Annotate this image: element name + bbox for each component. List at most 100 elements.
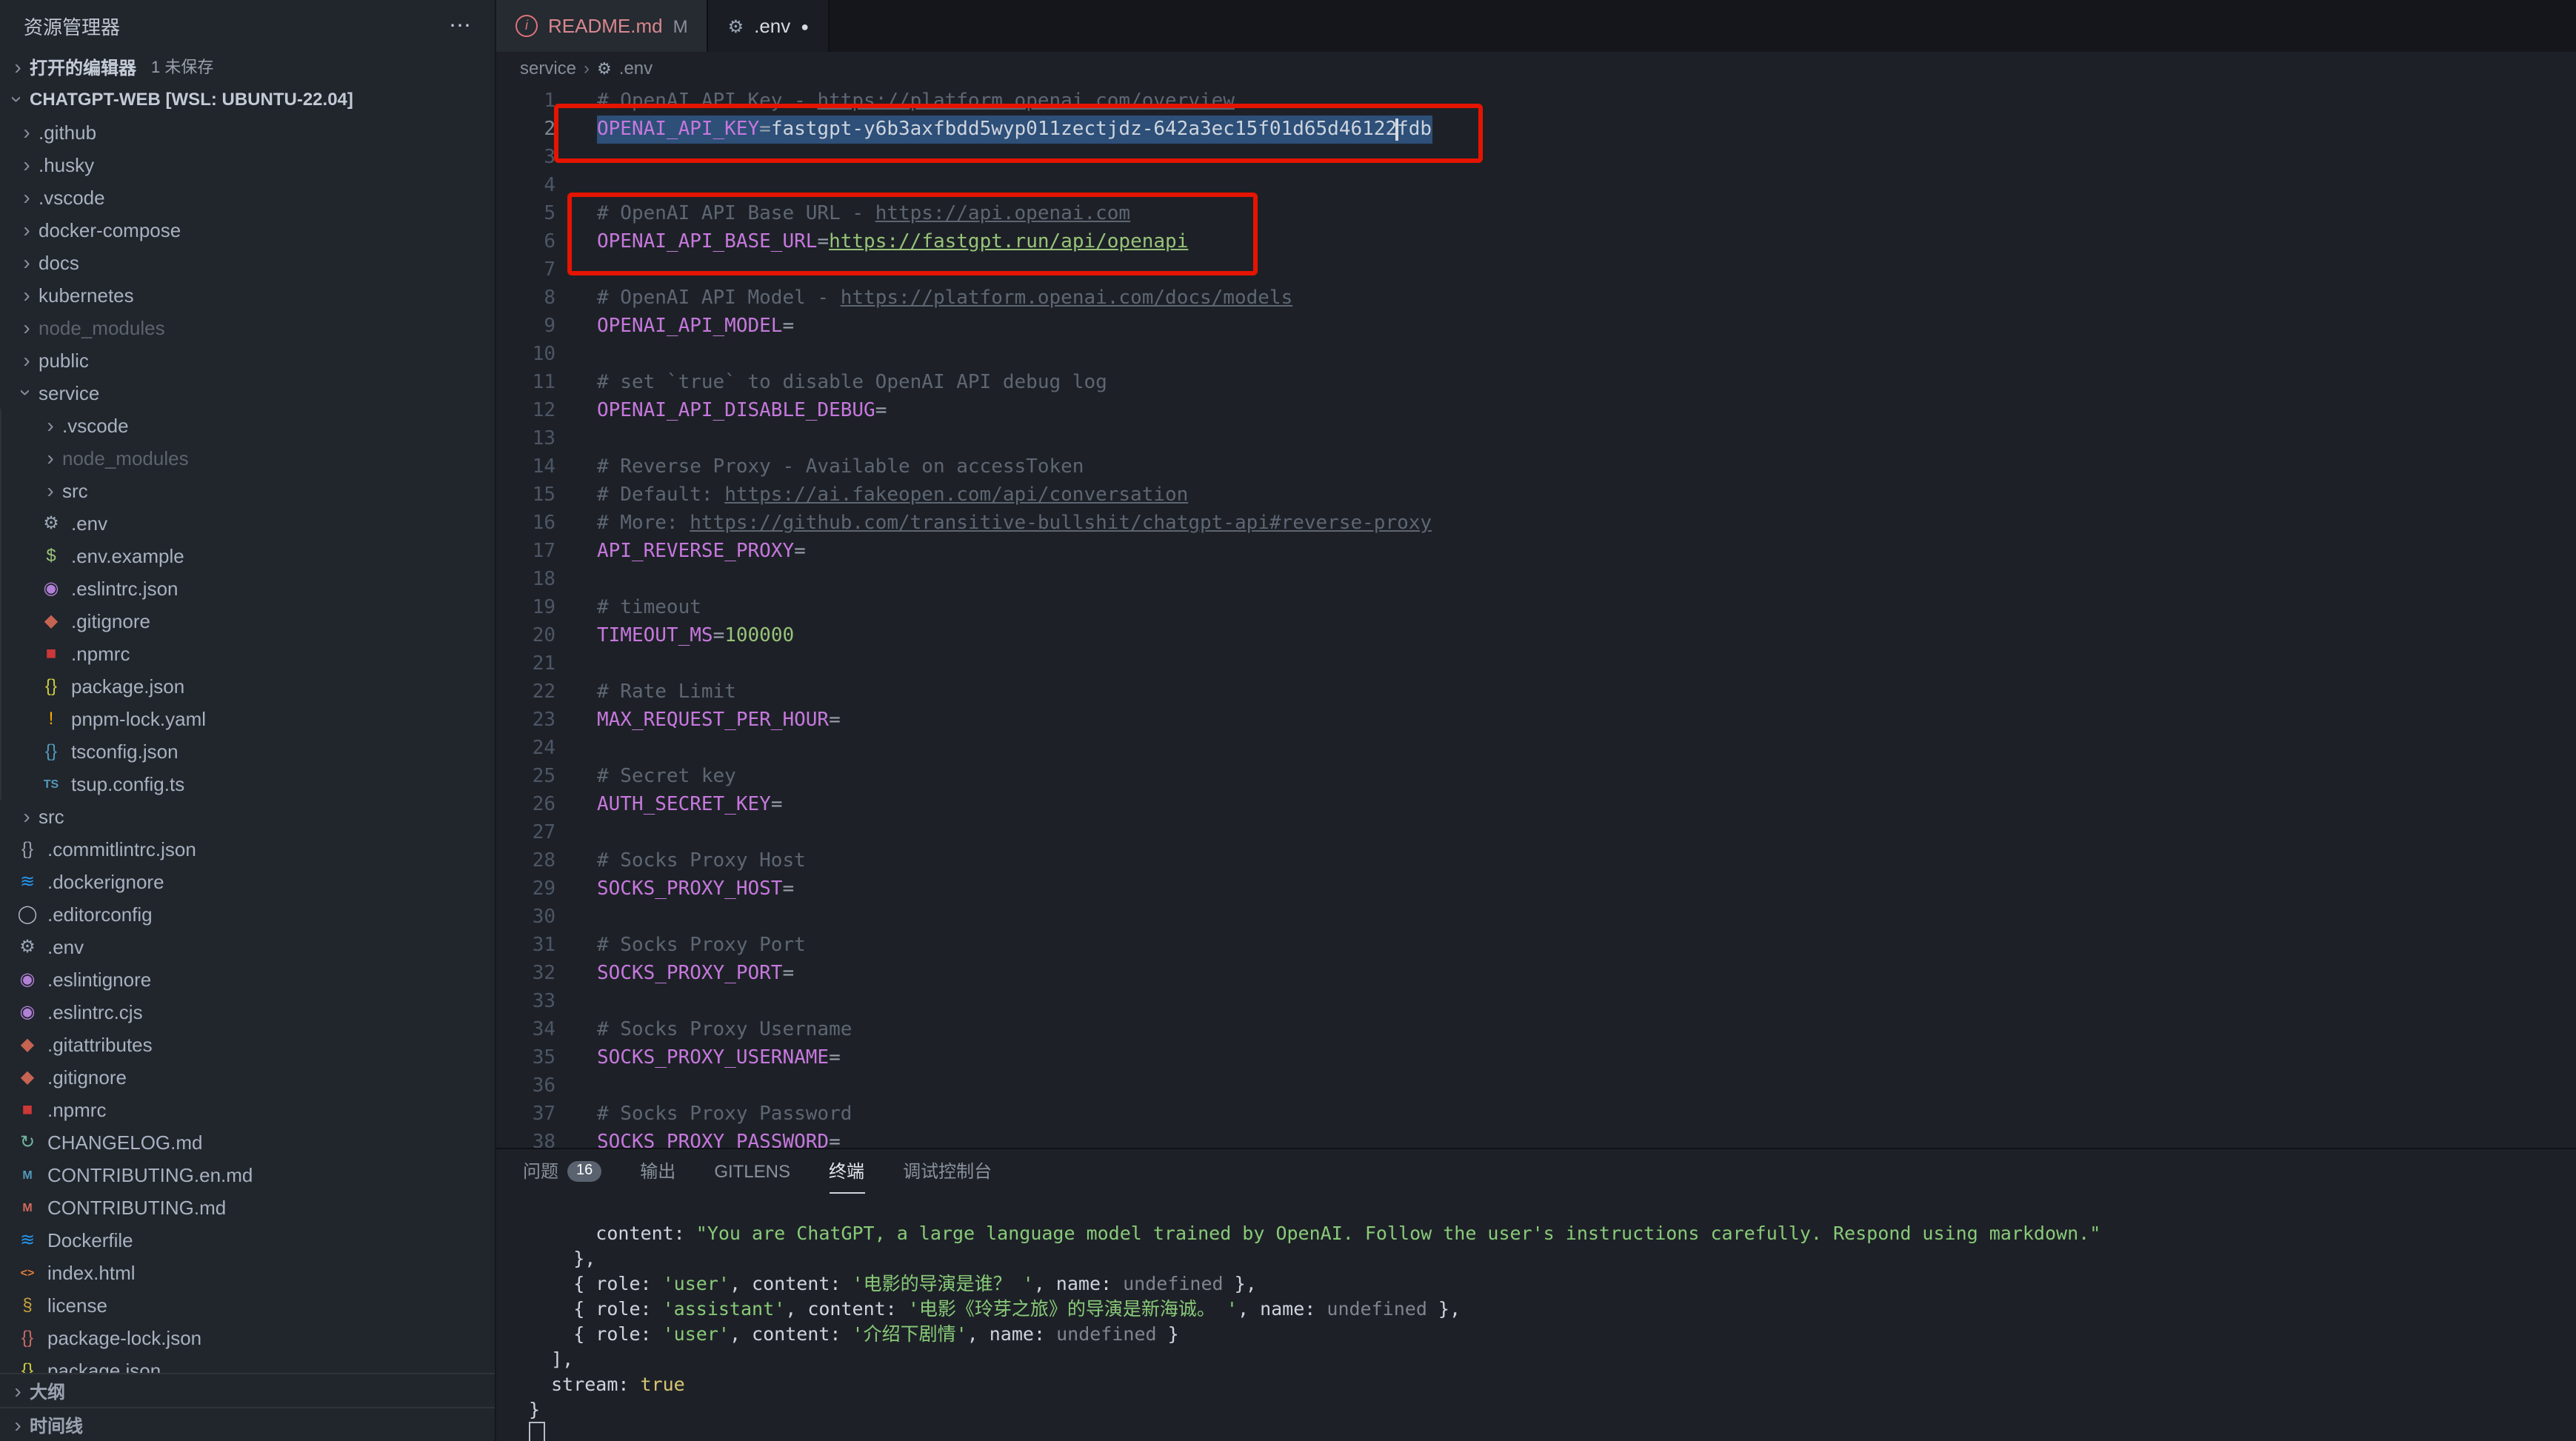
editor-line[interactable]: 38SOCKS_PROXY_PASSWORD= <box>496 1129 2576 1148</box>
tree-file-CONTRIBUTING.en.md[interactable]: MCONTRIBUTING.en.md <box>0 1158 495 1191</box>
editor-line[interactable]: 11# set `true` to disable OpenAI API deb… <box>496 369 2576 397</box>
tree-file-pnpm-lock.yaml[interactable]: !pnpm-lock.yaml <box>0 702 495 735</box>
tab-env[interactable]: ⚙ .env ● <box>709 0 830 52</box>
editor-line[interactable]: 17API_REVERSE_PROXY= <box>496 538 2576 566</box>
tree-folder-src[interactable]: ›src <box>0 474 495 506</box>
tree-file-package.json[interactable]: {}package.json <box>0 1354 495 1373</box>
editor-line[interactable]: 1# OpenAI API Key - https://platform.ope… <box>496 87 2576 116</box>
tree-file-package-lock.json[interactable]: {}package-lock.json <box>0 1321 495 1354</box>
timeline-section-header[interactable]: › 时间线 <box>0 1407 495 1441</box>
root-folder-section-header[interactable]: › CHATGPT-WEB [WSL: UBUNTU-22.04] <box>0 83 495 116</box>
editor-line[interactable]: 33 <box>496 988 2576 1016</box>
editor-line[interactable]: 16# More: https://github.com/transitive-… <box>496 509 2576 538</box>
breadcrumb-file[interactable]: .env <box>619 58 653 78</box>
tree-folder-node_modules[interactable]: ›node_modules <box>0 311 495 344</box>
problems-count-badge: 16 <box>567 1160 601 1181</box>
tree-file-.env.example[interactable]: $.env.example <box>0 539 495 572</box>
outline-section-header[interactable]: › 大纲 <box>0 1373 495 1407</box>
editor-line[interactable]: 2OPENAI_API_KEY=fastgpt-y6b3axfbdd5wyp01… <box>496 116 2576 144</box>
tree-folder-src[interactable]: ›src <box>0 800 495 832</box>
tree-file-CONTRIBUTING.md[interactable]: MCONTRIBUTING.md <box>0 1191 495 1223</box>
editor-line[interactable]: 4 <box>496 172 2576 200</box>
editor-line[interactable]: 7 <box>496 256 2576 284</box>
tree-file-.npmrc[interactable]: ■.npmrc <box>0 1093 495 1126</box>
tree-file-license[interactable]: §license <box>0 1288 495 1321</box>
panel-tab-label: 调试控制台 <box>903 1158 992 1183</box>
editor-line[interactable]: 15# Default: https://ai.fakeopen.com/api… <box>496 481 2576 509</box>
editor-line-text: # OpenAI API Key - https://platform.open… <box>597 87 1235 116</box>
editor-line[interactable]: 29SOCKS_PROXY_HOST= <box>496 875 2576 903</box>
tree-file-CHANGELOG.md[interactable]: ↻CHANGELOG.md <box>0 1126 495 1158</box>
editor-line[interactable]: 19# timeout <box>496 594 2576 622</box>
editor-line[interactable]: 3 <box>496 144 2576 172</box>
editor-line[interactable]: 5# OpenAI API Base URL - https://api.ope… <box>496 200 2576 228</box>
editor-line-text: # Secret key <box>597 763 736 791</box>
tree-file-Dockerfile[interactable]: ≋Dockerfile <box>0 1223 495 1256</box>
editor-line[interactable]: 6OPENAI_API_BASE_URL=https://fastgpt.run… <box>496 228 2576 256</box>
editor-line[interactable]: 37# Socks Proxy Password <box>496 1100 2576 1129</box>
tree-file-.eslintignore[interactable]: ◉.eslintignore <box>0 963 495 995</box>
editor-line[interactable]: 36 <box>496 1072 2576 1100</box>
tree-file-.commitlintrc.json[interactable]: {}.commitlintrc.json <box>0 832 495 865</box>
editor-line[interactable]: 32SOCKS_PROXY_PORT= <box>496 960 2576 988</box>
tree-file-.eslintrc.json[interactable]: ◉.eslintrc.json <box>0 572 495 604</box>
editor-line[interactable]: 35SOCKS_PROXY_USERNAME= <box>496 1044 2576 1072</box>
tree-file-.eslintrc.cjs[interactable]: ◉.eslintrc.cjs <box>0 995 495 1028</box>
tree-file-.env[interactable]: ⚙.env <box>0 930 495 963</box>
tree-file-.env[interactable]: ⚙.env <box>0 506 495 539</box>
editor-line[interactable]: 28# Socks Proxy Host <box>496 847 2576 875</box>
panel-tab-terminal[interactable]: 终端 <box>829 1149 864 1194</box>
tree-folder-.vscode[interactable]: ›.vscode <box>0 409 495 441</box>
editor-line[interactable]: 8# OpenAI API Model - https://platform.o… <box>496 284 2576 312</box>
tab-readme-md[interactable]: i README.md M <box>496 0 709 52</box>
open-editors-section-header[interactable]: › 打开的编辑器 1 未保存 <box>0 50 495 83</box>
editor-line[interactable]: 9OPENAI_API_MODEL= <box>496 312 2576 341</box>
tree-folder-.husky[interactable]: ›.husky <box>0 148 495 181</box>
tree-file-tsconfig.json[interactable]: {}tsconfig.json <box>0 735 495 767</box>
tree-folder-.github[interactable]: ›.github <box>0 116 495 148</box>
tree-file-index.html[interactable]: <>index.html <box>0 1256 495 1288</box>
terminal[interactable]: content: "You are ChatGPT, a large langu… <box>496 1194 2576 1441</box>
panel-tab-output[interactable]: 输出 <box>640 1149 675 1194</box>
editor-line[interactable]: 10 <box>496 341 2576 369</box>
more-actions-icon[interactable]: ⋯ <box>449 12 471 39</box>
tree-folder-node_modules[interactable]: ›node_modules <box>0 441 495 474</box>
panel-tab-problems[interactable]: 问题 16 <box>523 1149 601 1194</box>
editor-line[interactable]: 14# Reverse Proxy - Available on accessT… <box>496 453 2576 481</box>
tree-folder-docker-compose[interactable]: ›docker-compose <box>0 213 495 246</box>
chevron-right-icon: › <box>15 315 39 339</box>
tree-file-.gitignore[interactable]: ◆.gitignore <box>0 1060 495 1093</box>
tree-folder-public[interactable]: ›public <box>0 344 495 376</box>
tree-file-.dockerignore[interactable]: ≋.dockerignore <box>0 865 495 897</box>
editor-line[interactable]: 30 <box>496 903 2576 932</box>
breadcrumb-folder[interactable]: service <box>520 58 576 78</box>
tree-folder-service[interactable]: ›service <box>0 376 495 409</box>
panel-tab-gitlens[interactable]: GITLENS <box>714 1149 790 1194</box>
editor-line[interactable]: 26AUTH_SECRET_KEY= <box>496 791 2576 819</box>
editor-line[interactable]: 24 <box>496 735 2576 763</box>
tree-folder-.vscode[interactable]: ›.vscode <box>0 181 495 213</box>
tree-folder-docs[interactable]: ›docs <box>0 246 495 278</box>
editor-line[interactable]: 21 <box>496 650 2576 678</box>
editor-line[interactable]: 31# Socks Proxy Port <box>496 932 2576 960</box>
editor-line[interactable]: 27 <box>496 819 2576 847</box>
editor-line[interactable]: 22# Rate Limit <box>496 678 2576 706</box>
chevron-right-icon: › <box>39 446 62 469</box>
editor-line[interactable]: 23MAX_REQUEST_PER_HOUR= <box>496 706 2576 735</box>
editor-line[interactable]: 25# Secret key <box>496 763 2576 791</box>
tree-file-.gitignore[interactable]: ◆.gitignore <box>0 604 495 637</box>
tree-file-.gitattributes[interactable]: ◆.gitattributes <box>0 1028 495 1060</box>
editor-line[interactable]: 18 <box>496 566 2576 594</box>
braces-gray-icon: {} <box>15 838 40 859</box>
tree-file-.editorconfig[interactable]: ◯.editorconfig <box>0 897 495 930</box>
tree-file-package.json[interactable]: {}package.json <box>0 669 495 702</box>
tree-folder-kubernetes[interactable]: ›kubernetes <box>0 278 495 311</box>
code-editor[interactable]: 1# OpenAI API Key - https://platform.ope… <box>496 84 2576 1148</box>
editor-line[interactable]: 20TIMEOUT_MS=100000 <box>496 622 2576 650</box>
editor-line[interactable]: 12OPENAI_API_DISABLE_DEBUG= <box>496 397 2576 425</box>
editor-line[interactable]: 34# Socks Proxy Username <box>496 1016 2576 1044</box>
tree-file-.npmrc[interactable]: ■.npmrc <box>0 637 495 669</box>
tree-file-tsup.config.ts[interactable]: TStsup.config.ts <box>0 767 495 800</box>
editor-line[interactable]: 13 <box>496 425 2576 453</box>
panel-tab-debug-console[interactable]: 调试控制台 <box>903 1149 992 1194</box>
